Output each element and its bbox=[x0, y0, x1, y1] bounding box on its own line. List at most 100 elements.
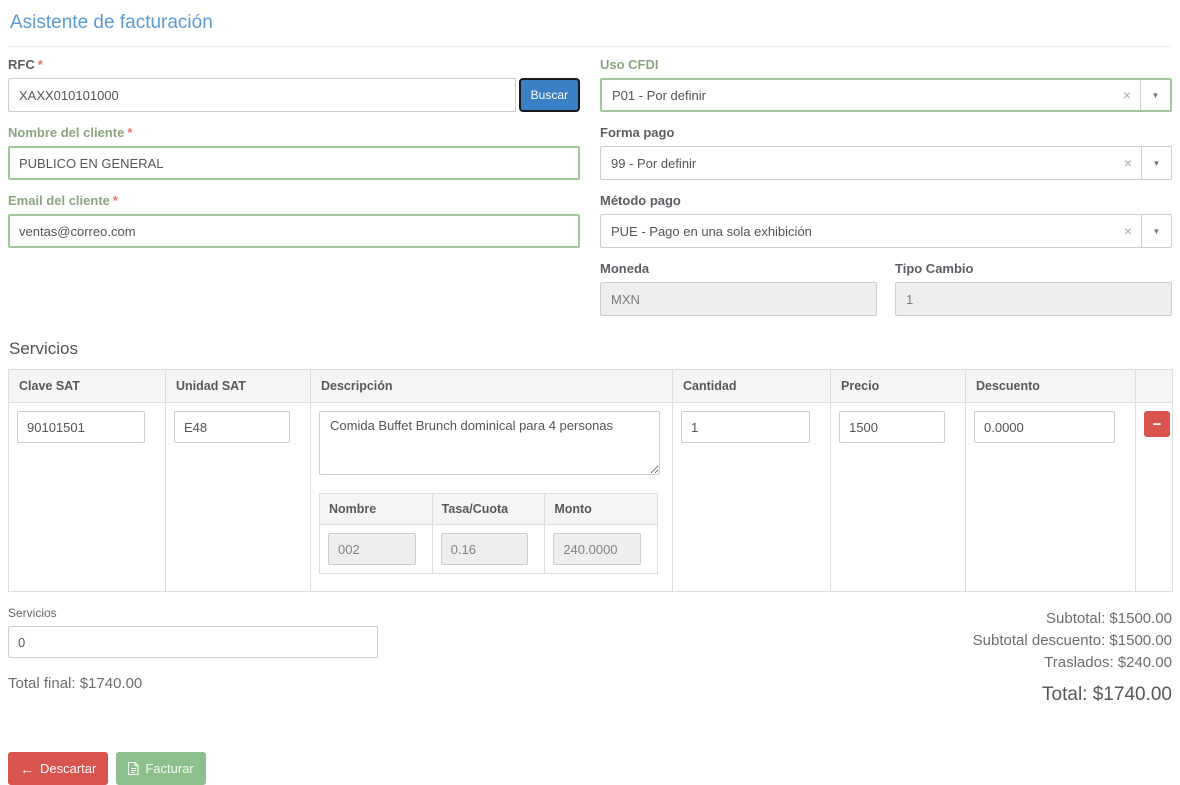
client-name-label-text: Nombre del cliente bbox=[8, 125, 125, 140]
client-email-label-text: Email del cliente bbox=[8, 193, 110, 208]
summary-right: Subtotal: $1500.00 Subtotal descuento: $… bbox=[973, 606, 1172, 706]
col-clave-sat: Clave SAT bbox=[8, 369, 166, 403]
uso-cfdi-group: Uso CFDI P01 - Por definir × ▼ bbox=[600, 57, 1172, 112]
service-row: Comida Buffet Brunch dominical para 4 pe… bbox=[8, 402, 1173, 592]
precio-input[interactable] bbox=[839, 411, 945, 443]
unidad-sat-cell bbox=[165, 402, 311, 592]
forma-pago-label: Forma pago bbox=[600, 125, 675, 140]
discard-button[interactable]: ← Descartar bbox=[8, 752, 109, 785]
top-form: RFC* Buscar Nombre del cliente* Email de… bbox=[8, 57, 1172, 329]
title-divider bbox=[8, 46, 1172, 47]
metodo-pago-select[interactable]: PUE - Pago en una sola exhibición × ▼ bbox=[600, 214, 1172, 248]
invoice-button-label: Facturar bbox=[145, 761, 194, 776]
cantidad-cell bbox=[672, 402, 831, 592]
tax-row bbox=[319, 524, 658, 574]
tax-tasa-cuota-input bbox=[440, 533, 529, 565]
taxes-header-row: Nombre Tasa/Cuota Monto bbox=[319, 493, 658, 525]
client-name-group: Nombre del cliente * bbox=[8, 125, 580, 180]
services-heading: Servicios bbox=[9, 339, 78, 358]
minus-icon: − bbox=[1152, 415, 1162, 433]
metodo-pago-group: Método pago PUE - Pago en una sola exhib… bbox=[600, 193, 1172, 248]
client-name-label: Nombre del cliente * bbox=[8, 125, 580, 140]
client-name-input[interactable] bbox=[8, 146, 580, 180]
descuento-input[interactable] bbox=[974, 411, 1115, 443]
precio-cell bbox=[830, 402, 966, 592]
services-header-row: Clave SAT Unidad SAT Descripción Cantida… bbox=[8, 369, 1173, 403]
arrow-left-icon: ← bbox=[20, 760, 34, 777]
search-button[interactable]: Buscar bbox=[518, 78, 580, 112]
descripcion-cell: Comida Buffet Brunch dominical para 4 pe… bbox=[310, 402, 673, 592]
clave-sat-input[interactable] bbox=[17, 411, 145, 443]
col-cantidad: Cantidad bbox=[672, 369, 831, 403]
tax-monto-cell bbox=[544, 524, 658, 574]
currency-row: Moneda Tipo Cambio bbox=[600, 261, 1172, 329]
traslados-text: Traslados: $240.00 bbox=[1044, 654, 1172, 671]
col-descripcion: Descripción bbox=[310, 369, 673, 403]
descuento-cell bbox=[965, 402, 1136, 592]
moneda-input bbox=[600, 282, 877, 316]
summary-section: Servicios Total final: $1740.00 Subtotal… bbox=[8, 606, 1172, 706]
subtotal-descuento-text: Subtotal descuento: $1500.00 bbox=[972, 632, 1172, 649]
col-unidad-sat: Unidad SAT bbox=[165, 369, 311, 403]
rfc-input-group: Buscar bbox=[8, 78, 580, 112]
tax-nombre-input bbox=[328, 533, 416, 565]
uso-cfdi-select[interactable]: P01 - Por definir × ▼ bbox=[600, 78, 1172, 112]
tipo-cambio-input bbox=[895, 282, 1172, 316]
metodo-pago-selected-value: PUE - Pago en una sola exhibición bbox=[611, 223, 812, 239]
tax-nombre-cell bbox=[319, 524, 433, 574]
required-mark: * bbox=[112, 193, 118, 208]
footer-actions: ← Descartar Facturar bbox=[8, 752, 1172, 785]
customer-column: RFC* Buscar Nombre del cliente* Email de… bbox=[8, 57, 580, 329]
chevron-down-icon[interactable]: ▼ bbox=[1142, 159, 1171, 168]
services-table: Clave SAT Unidad SAT Descripción Cantida… bbox=[8, 369, 1173, 592]
chevron-down-icon[interactable]: ▼ bbox=[1142, 227, 1171, 236]
rfc-group: RFC* Buscar bbox=[8, 57, 580, 112]
tipo-cambio-group: Tipo Cambio bbox=[895, 261, 1172, 316]
unidad-sat-input[interactable] bbox=[174, 411, 290, 443]
descripcion-textarea[interactable]: Comida Buffet Brunch dominical para 4 pe… bbox=[319, 411, 660, 475]
taxes-table: Nombre Tasa/Cuota Monto bbox=[319, 493, 658, 574]
clear-icon[interactable]: × bbox=[1115, 156, 1141, 170]
tax-monto-input bbox=[553, 533, 641, 565]
chevron-down-icon[interactable]: ▼ bbox=[1141, 91, 1170, 100]
uso-cfdi-selected-value: P01 - Por definir bbox=[612, 87, 706, 103]
clave-sat-cell bbox=[8, 402, 166, 592]
forma-pago-select[interactable]: 99 - Por definir × ▼ bbox=[600, 146, 1172, 180]
forma-pago-group: Forma pago 99 - Por definir × ▼ bbox=[600, 125, 1172, 180]
col-descuento: Descuento bbox=[965, 369, 1136, 403]
tax-tasa-cuota-cell bbox=[431, 524, 546, 574]
col-tax-tasa-cuota: Tasa/Cuota bbox=[431, 493, 546, 525]
remove-row-button[interactable]: − bbox=[1144, 411, 1170, 437]
services-count-label: Servicios bbox=[8, 606, 57, 620]
col-tax-monto: Monto bbox=[544, 493, 658, 525]
billing-assistant-page: Asistente de facturación RFC* Buscar Nom… bbox=[0, 0, 1180, 785]
client-email-input[interactable] bbox=[8, 214, 580, 248]
client-email-group: Email del cliente * bbox=[8, 193, 580, 248]
uso-cfdi-label: Uso CFDI bbox=[600, 57, 659, 72]
col-actions bbox=[1135, 369, 1173, 403]
invoice-button[interactable]: Facturar bbox=[116, 752, 206, 785]
total-text: Total: $1740.00 bbox=[1042, 684, 1172, 705]
services-count-input[interactable] bbox=[8, 626, 378, 658]
required-mark: * bbox=[127, 125, 133, 140]
col-precio: Precio bbox=[830, 369, 966, 403]
row-actions-cell: − bbox=[1135, 402, 1173, 592]
moneda-label: Moneda bbox=[600, 261, 650, 276]
page-title: Asistente de facturación bbox=[10, 12, 213, 33]
cantidad-input[interactable] bbox=[681, 411, 810, 443]
client-email-label: Email del cliente * bbox=[8, 193, 580, 208]
payment-column: Uso CFDI P01 - Por definir × ▼ Forma pag… bbox=[600, 57, 1172, 329]
forma-pago-selected-value: 99 - Por definir bbox=[611, 155, 697, 171]
moneda-group: Moneda bbox=[600, 261, 877, 316]
total-final-text: Total final: $1740.00 bbox=[8, 675, 143, 692]
rfc-label: RFC * bbox=[8, 57, 580, 72]
summary-left: Servicios Total final: $1740.00 bbox=[8, 606, 388, 706]
clear-icon[interactable]: × bbox=[1115, 224, 1141, 238]
rfc-input[interactable] bbox=[8, 78, 516, 112]
clear-icon[interactable]: × bbox=[1114, 88, 1140, 102]
col-tax-nombre: Nombre bbox=[319, 493, 433, 525]
discard-button-label: Descartar bbox=[40, 761, 97, 776]
rfc-label-text: RFC bbox=[8, 57, 35, 72]
subtotal-text: Subtotal: $1500.00 bbox=[1046, 610, 1172, 627]
metodo-pago-label: Método pago bbox=[600, 193, 681, 208]
